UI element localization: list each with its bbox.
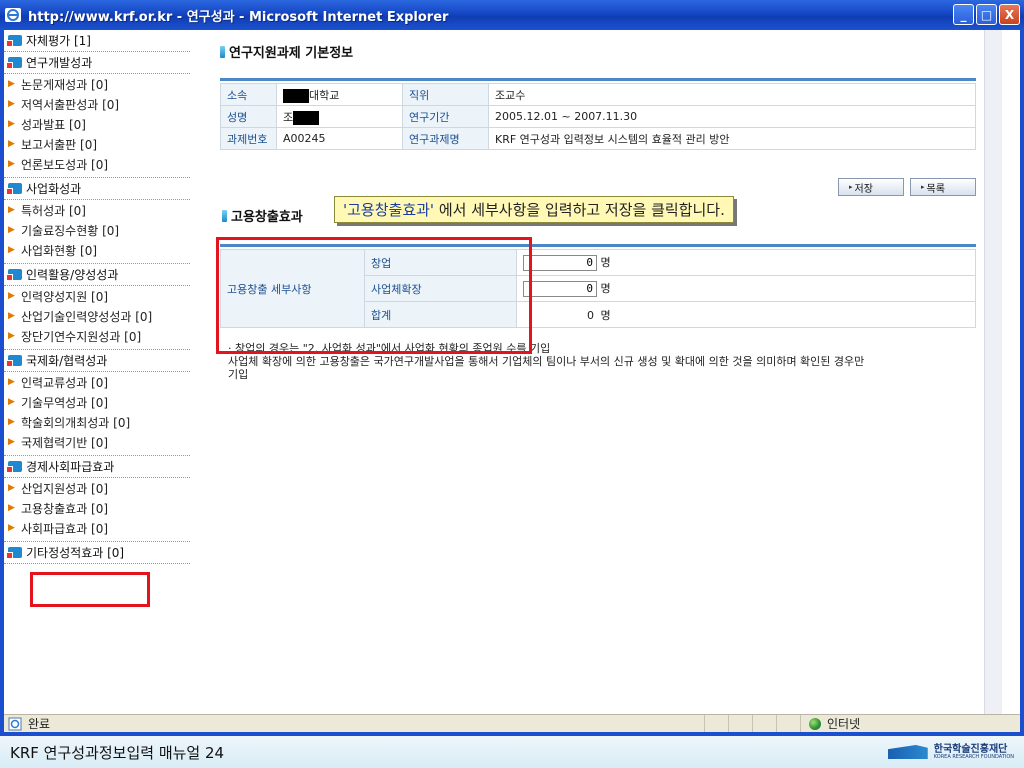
page-done-icon	[8, 717, 22, 730]
sidebar-item[interactable]: ▶ 언론보도성과 [0]	[4, 154, 190, 174]
sidebar-section-1[interactable]: 사업화성과	[4, 178, 190, 200]
table-row: 과제번호 A00245 연구과제명 KRF 연구성과 입력정보 시스템의 효율적 관리…	[220, 127, 976, 150]
sidebar-item[interactable]: ▶ 인력양성지원 [0]	[4, 286, 190, 306]
zone-text: 인터넷	[827, 717, 861, 731]
sidebar-item[interactable]: ▶ 저역서출판성과 [0]	[4, 94, 190, 114]
arrow-right-icon: ▶	[8, 311, 15, 321]
sidebar-item[interactable]: ▶ 장단기연수지원성과 [0]	[4, 326, 190, 346]
instruction-callout: '고용창출효과' 에서 세부사항을 입력하고 저장을 클릭합니다.	[334, 196, 734, 223]
sidebar-item[interactable]: ▶ 특허성과 [0]	[4, 200, 190, 220]
sidebar-item[interactable]: ▶ 보고서출판 [0]	[4, 134, 190, 154]
redaction-block	[293, 110, 320, 125]
arrow-right-icon: ▶	[8, 99, 15, 109]
arrow-right-icon: ▶	[8, 159, 15, 169]
krf-logo: 한국학술진흥재단 KOREA RESEARCH FOUNDATION	[887, 744, 1014, 760]
sidebar-item[interactable]: ▶ 기술료징수현황 [0]	[4, 220, 190, 240]
plus-folder-icon	[6, 35, 22, 47]
arrow-right-icon: ▶	[8, 291, 15, 301]
basic-info-table: 소속 대학교 직위 조교수 성명 조 연구기간 2005.12.01 ~ 2007.11.30…	[220, 83, 976, 150]
list-button[interactable]: ▸ 목록	[910, 178, 976, 196]
slide-footer: KRF 연구성과정보입력 매뉴얼 24 한국학술진흥재단 KOREA RESEA…	[0, 736, 1024, 768]
arrow-right-icon: ▶	[8, 377, 15, 387]
employment-table: 고용창출 세부사항 창업 명 사업체확장 명 합계	[220, 249, 976, 328]
browser-window: 자체평가 [1] 연구개발성과 ▶ 논문게재성과 [0] ▶ 저역서출판성과 [0] ▶ 성과…	[0, 30, 1024, 736]
plus-folder-icon	[6, 269, 22, 281]
arrow-right-icon: ▶	[8, 331, 15, 341]
save-button[interactable]: ▸ 저장	[838, 178, 904, 196]
sidebar-section-4[interactable]: 경제사회파급효과	[4, 456, 190, 478]
arrow-right-icon: ▶	[8, 79, 15, 89]
sidebar: 자체평가 [1] 연구개발성과 ▶ 논문게재성과 [0] ▶ 저역서출판성과 [0] ▶ 성과…	[4, 30, 190, 714]
window-titlebar[interactable]: http://www.krf.or.kr - 연구성과 - Microsoft …	[0, 0, 1024, 30]
sidebar-item[interactable]: ▶ 국제협력기반 [0]	[4, 432, 190, 452]
minimize-button[interactable]: _	[953, 4, 974, 25]
employment-row-header: 고용창출 세부사항	[220, 249, 365, 328]
expansion-input[interactable]	[523, 280, 597, 297]
plus-folder-icon	[6, 461, 22, 473]
startup-input[interactable]	[523, 254, 597, 271]
sidebar-item[interactable]: ▶ 고용창출효과 [0]	[4, 498, 190, 518]
internet-zone-icon	[809, 717, 821, 730]
basic-info-title: 연구지원과제 기본정보	[220, 42, 353, 61]
sidebar-item[interactable]: ▶ 인력교류성과 [0]	[4, 372, 190, 392]
sidebar-section-2[interactable]: 인력활용/양성성과	[4, 264, 190, 286]
startup-label: 창업	[364, 249, 517, 276]
title-bullet-icon	[222, 209, 227, 222]
internet-explorer-icon	[5, 8, 21, 22]
status-text: 완료	[28, 717, 51, 731]
sidebar-section-3[interactable]: 국제화/협력성과	[4, 350, 190, 372]
vertical-scrollbar[interactable]	[984, 30, 1002, 714]
employment-title: 고용창출효과	[222, 206, 303, 225]
sidebar-item-self-evaluation[interactable]: 자체평가 [1]	[4, 30, 190, 52]
arrow-right-icon: ▶	[8, 483, 15, 493]
arrow-right-icon: ▶	[8, 417, 15, 427]
manual-title: KRF 연구성과정보입력 매뉴얼 24	[10, 743, 225, 762]
sidebar-section-5[interactable]: 기타정성적효과 [0]	[4, 542, 190, 564]
arrow-right-icon: ▶	[8, 119, 15, 129]
sidebar-item[interactable]: ▶ 사회파급효과 [0]	[4, 518, 190, 538]
arrow-right-icon: ▶	[8, 205, 15, 215]
arrow-right-icon: ▶	[8, 245, 15, 255]
table-row: 소속 대학교 직위 조교수	[220, 83, 976, 106]
sidebar-item[interactable]: ▶ 산업지원성과 [0]	[4, 478, 190, 498]
arrow-right-icon: ▶	[8, 139, 15, 149]
total-value: 0	[587, 308, 594, 322]
plus-folder-icon	[6, 355, 22, 367]
window-title: http://www.krf.or.kr - 연구성과 - Microsoft …	[28, 9, 449, 25]
arrow-right-icon: ▶	[8, 503, 15, 513]
total-label: 합계	[364, 301, 517, 328]
expansion-label: 사업체확장	[364, 275, 517, 302]
arrow-right-icon: ▶	[8, 397, 15, 407]
close-button[interactable]: X	[999, 4, 1020, 25]
table-row: 성명 조 연구기간 2005.12.01 ~ 2007.11.30	[220, 105, 976, 128]
sidebar-item[interactable]: ▶ 산업기술인력양성성과 [0]	[4, 306, 190, 326]
sidebar-item[interactable]: ▶ 학술회의개최성과 [0]	[4, 412, 190, 432]
plus-folder-icon	[6, 183, 22, 195]
plus-folder-icon	[6, 547, 22, 559]
plus-folder-icon	[6, 57, 22, 69]
main-panel: 연구지원과제 기본정보 소속 대학교 직위 조교수 성명 조 연구기간 2005.12.01 …	[216, 30, 980, 714]
title-bullet-icon	[220, 45, 225, 58]
employment-notes: · 창업의 경우는 "2. 사업화 성과"에서 사업화 현황의 종업원 수를 기…	[228, 342, 865, 381]
krf-logo-mark-icon	[887, 745, 928, 759]
maximize-button[interactable]: □	[976, 4, 997, 25]
redaction-block	[283, 88, 309, 103]
sidebar-item[interactable]: ▶ 성과발표 [0]	[4, 114, 190, 134]
sidebar-item[interactable]: ▶ 기술무역성과 [0]	[4, 392, 190, 412]
arrow-right-icon: ▶	[8, 225, 15, 235]
sidebar-item[interactable]: ▶ 논문게재성과 [0]	[4, 74, 190, 94]
sidebar-item[interactable]: ▶ 사업화현황 [0]	[4, 240, 190, 260]
sidebar-section-0[interactable]: 연구개발성과	[4, 52, 190, 74]
arrow-right-icon: ▶	[8, 523, 15, 533]
arrow-right-icon: ▶	[8, 437, 15, 447]
page-content: 자체평가 [1] 연구개발성과 ▶ 논문게재성과 [0] ▶ 저역서출판성과 [0] ▶ 성과…	[4, 30, 1002, 714]
status-bar: 완료 인터넷	[4, 714, 1020, 732]
